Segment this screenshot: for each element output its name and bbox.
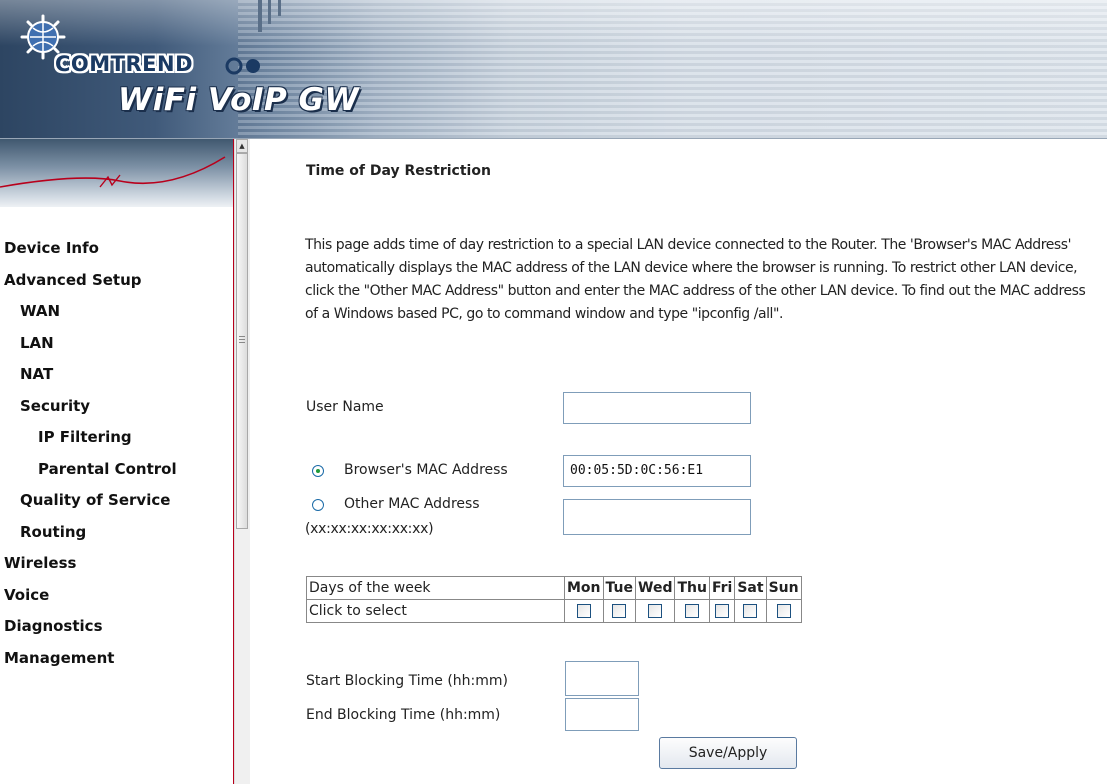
banner-decor-bar: [268, 0, 271, 24]
days-header-label: Days of the week: [306, 576, 565, 600]
day-cell-tue: [602, 599, 637, 623]
sidebar-item-diagnostics[interactable]: Diagnostics: [0, 617, 233, 649]
sidebar-item-security[interactable]: Security: [0, 397, 233, 429]
day-header-sun: Sun: [765, 576, 802, 600]
sidebar-item-parental-control[interactable]: Parental Control: [0, 460, 233, 492]
other-mac-input[interactable]: [563, 499, 751, 535]
other-mac-format-hint: (xx:xx:xx:xx:xx:xx): [305, 521, 434, 537]
end-blocking-label: End Blocking Time (hh:mm): [306, 707, 501, 723]
save-apply-button[interactable]: Save/Apply: [659, 737, 797, 769]
sidebar: Device Info Advanced Setup WAN LAN NAT S…: [0, 139, 233, 784]
page-title: Time of Day Restriction: [306, 163, 491, 179]
banner-decor-bar: [278, 0, 281, 16]
day-checkbox-sat[interactable]: [743, 604, 758, 618]
sidebar-item-routing[interactable]: Routing: [0, 523, 233, 555]
day-checkbox-sun[interactable]: [776, 604, 791, 618]
sidebar-swoosh-decor: [0, 139, 233, 207]
page-description: This page adds time of day restriction t…: [305, 237, 1086, 322]
day-header-sat: Sat: [734, 576, 767, 600]
browser-mac-field[interactable]: 00:05:5D:0C:56:E1: [563, 455, 751, 487]
sidebar-nav: Device Info Advanced Setup WAN LAN NAT S…: [0, 239, 233, 680]
other-mac-label: Other MAC Address: [344, 496, 480, 512]
sidebar-item-nat[interactable]: NAT: [0, 365, 233, 397]
day-header-wed: Wed: [635, 576, 676, 600]
sidebar-item-lan[interactable]: LAN: [0, 334, 233, 366]
scroll-thumb[interactable]: [236, 153, 248, 529]
day-header-fri: Fri: [708, 576, 736, 600]
browser-mac-radio[interactable]: [312, 465, 324, 477]
other-mac-radio[interactable]: [312, 499, 324, 511]
day-cell-sun: [765, 599, 802, 623]
sidebar-item-management[interactable]: Management: [0, 649, 233, 681]
browser-mac-label: Browser's MAC Address: [344, 462, 508, 478]
sidebar-item-device-info[interactable]: Device Info: [0, 239, 233, 271]
sidebar-item-quality-of-service[interactable]: Quality of Service: [0, 491, 233, 523]
main-content: Time of Day Restriction This page adds t…: [250, 139, 1107, 784]
scroll-up-arrow-icon[interactable]: ▲: [236, 139, 248, 153]
day-header-tue: Tue: [602, 576, 637, 600]
day-checkbox-fri[interactable]: [715, 604, 730, 618]
sidebar-item-wan[interactable]: WAN: [0, 302, 233, 334]
day-header-thu: Thu: [674, 576, 710, 600]
sidebar-scrollbar[interactable]: ▲: [234, 139, 250, 784]
user-name-input[interactable]: [563, 392, 751, 424]
start-blocking-input[interactable]: [565, 661, 639, 696]
days-select-row: Click to select: [306, 599, 802, 623]
day-checkbox-mon[interactable]: [576, 604, 591, 618]
brand-dots-icon: [225, 57, 260, 75]
day-cell-fri: [708, 599, 736, 623]
user-name-label: User Name: [306, 399, 384, 415]
end-blocking-input[interactable]: [565, 698, 639, 731]
day-cell-thu: [674, 599, 710, 623]
sidebar-item-advanced-setup[interactable]: Advanced Setup: [0, 271, 233, 303]
day-checkbox-tue[interactable]: [612, 604, 627, 618]
brand-logo-text: COMTREND: [55, 52, 194, 76]
day-cell-wed: [635, 599, 676, 623]
days-header-row: Days of the week Mon Tue Wed Thu Fri Sat…: [306, 576, 802, 600]
swoosh-icon: [0, 156, 226, 188]
day-cell-mon: [564, 599, 604, 623]
sidebar-item-wireless[interactable]: Wireless: [0, 554, 233, 586]
start-blocking-label: Start Blocking Time (hh:mm): [306, 673, 508, 689]
day-checkbox-wed[interactable]: [648, 604, 663, 618]
sidebar-item-ip-filtering[interactable]: IP Filtering: [0, 428, 233, 460]
day-header-mon: Mon: [564, 576, 604, 600]
days-of-week-table: Days of the week Mon Tue Wed Thu Fri Sat…: [306, 576, 802, 623]
header-banner: COMTREND WiFi VoIP GW: [0, 0, 1107, 139]
banner-decor-bar: [258, 0, 262, 32]
banner-gloss: [0, 0, 1107, 46]
day-cell-sat: [734, 599, 767, 623]
scroll-grip-icon: [239, 336, 245, 344]
days-row-label: Click to select: [306, 599, 565, 623]
product-name: WiFi VoIP GW: [118, 82, 360, 118]
sidebar-item-voice[interactable]: Voice: [0, 586, 233, 618]
day-checkbox-thu[interactable]: [685, 604, 700, 618]
